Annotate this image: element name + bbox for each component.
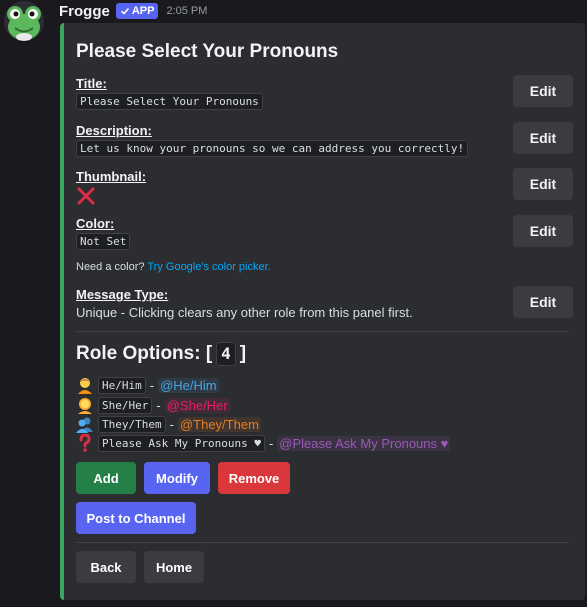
- back-button[interactable]: Back: [76, 551, 136, 583]
- color-hint: Need a color? Try Google's color picker.: [76, 261, 271, 273]
- app-badge: APP: [115, 3, 159, 19]
- role-name: Please Ask My Pronouns ♥: [98, 434, 265, 452]
- role-row-they-them: They/Them - @They/Them: [76, 415, 261, 433]
- role-options-label: Role Options: [: [76, 343, 213, 364]
- field-color-name: Color:: [76, 216, 115, 231]
- field-title: Title: Please Select Your Pronouns: [76, 76, 263, 110]
- message-timestamp: 2:05 PM: [166, 5, 208, 17]
- edit-thumbnail-button[interactable]: Edit: [513, 168, 573, 200]
- separator: -: [268, 435, 274, 451]
- divider: [76, 542, 569, 543]
- embed-title: Please Select Your Pronouns: [76, 41, 339, 62]
- field-thumbnail-name: Thumbnail:: [76, 169, 147, 184]
- edit-message-type-button[interactable]: Edit: [513, 286, 573, 318]
- role-row-he-him: He/Him - @He/Him: [76, 376, 219, 394]
- people-silhouette-icon: [76, 415, 94, 433]
- role-row-ask-pronouns: Please Ask My Pronouns ♥ - @Please Ask M…: [76, 434, 451, 452]
- field-thumbnail: Thumbnail:: [76, 169, 146, 211]
- add-button[interactable]: Add: [76, 462, 136, 494]
- field-message-type: Message Type: Unique - Clicking clears a…: [76, 287, 413, 320]
- separator: -: [156, 397, 161, 413]
- separator: -: [149, 377, 155, 393]
- role-count: 4: [216, 342, 236, 366]
- discord-message: Frogge APP 2:05 PM Please Select Your Pr…: [0, 0, 587, 607]
- bot-name[interactable]: Frogge: [59, 3, 110, 20]
- color-hint-text: Need a color?: [76, 261, 148, 273]
- post-to-channel-button[interactable]: Post to Channel: [76, 502, 196, 534]
- role-row-she-her: She/Her - @She/Her: [76, 396, 230, 414]
- modify-button[interactable]: Modify: [144, 462, 210, 494]
- role-name: He/Him: [98, 376, 146, 394]
- field-color-value: Not Set: [76, 233, 131, 250]
- bot-avatar[interactable]: [4, 1, 44, 41]
- role-mention[interactable]: @She/Her: [164, 397, 230, 413]
- role-options-close: ]: [239, 343, 247, 364]
- field-title-name: Title:: [76, 76, 107, 91]
- checkmark-icon: [120, 7, 129, 15]
- message-header: Frogge APP 2:05 PM: [59, 1, 207, 21]
- remove-button[interactable]: Remove: [218, 462, 290, 494]
- field-title-value: Please Select Your Pronouns: [76, 93, 263, 110]
- role-options-heading: Role Options: [ 4 ]: [76, 342, 246, 366]
- person-yellow-icon: [76, 376, 94, 394]
- home-button[interactable]: Home: [144, 551, 204, 583]
- role-name: They/Them: [98, 415, 166, 433]
- divider: [76, 331, 569, 332]
- field-message-type-value: Unique - Clicking clears any other role …: [76, 305, 413, 320]
- embed-panel: Please Select Your Pronouns Title: Pleas…: [60, 23, 585, 600]
- separator: -: [169, 416, 174, 432]
- role-name: She/Her: [98, 396, 153, 414]
- color-picker-link[interactable]: Try Google's color picker.: [147, 261, 270, 273]
- role-mention[interactable]: @They/Them: [177, 416, 261, 432]
- person-blonde-icon: [76, 396, 94, 414]
- edit-color-button[interactable]: Edit: [513, 215, 573, 247]
- edit-title-button[interactable]: Edit: [513, 75, 573, 107]
- field-description-name: Description:: [76, 123, 152, 138]
- role-mention[interactable]: @Please Ask My Pronouns ♥: [277, 435, 451, 451]
- field-color: Color: Not Set: [76, 216, 131, 250]
- field-description: Description: Let us know your pronouns s…: [76, 123, 469, 157]
- cross-mark-icon: [77, 187, 95, 205]
- field-description-value: Let us know your pronouns so we can addr…: [76, 140, 469, 157]
- role-mention[interactable]: @He/Him: [158, 377, 219, 393]
- field-message-type-name: Message Type:: [76, 287, 169, 302]
- edit-description-button[interactable]: Edit: [513, 122, 573, 154]
- question-mark-icon: [76, 434, 94, 452]
- app-badge-label: APP: [131, 5, 155, 17]
- frog-avatar-icon: [4, 1, 44, 41]
